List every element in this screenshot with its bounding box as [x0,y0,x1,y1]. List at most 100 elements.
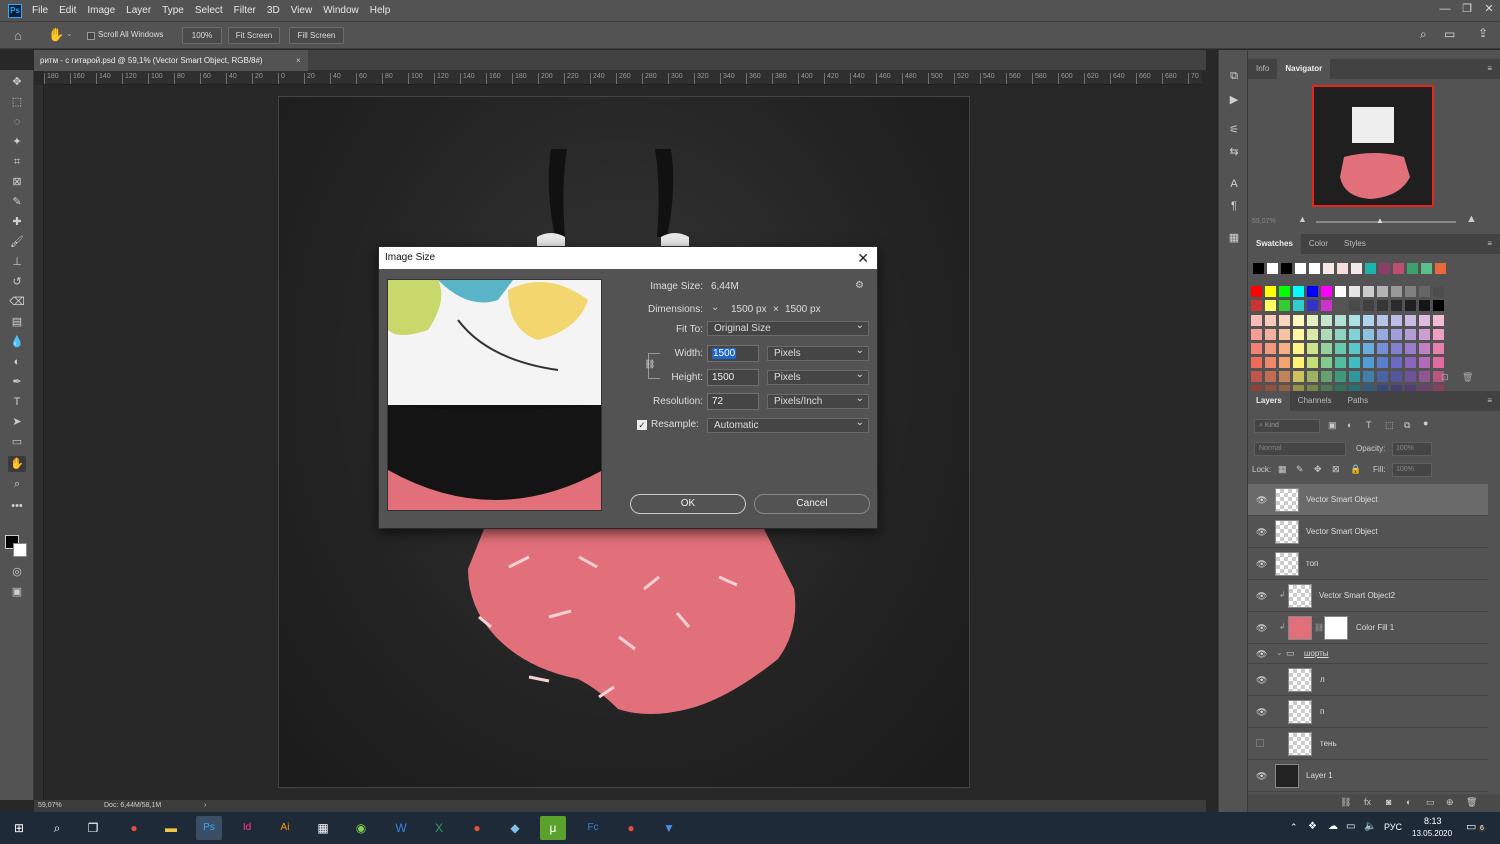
swatch[interactable] [1419,371,1430,382]
tab-color[interactable]: Color [1301,234,1336,254]
swatch[interactable] [1323,263,1334,274]
swatch[interactable] [1349,329,1360,340]
eye-hidden-icon[interactable] [1256,739,1264,747]
language-indicator[interactable]: РУС [1384,822,1402,832]
swatch[interactable] [1321,300,1332,311]
path-select-icon[interactable]: ➤ [8,414,26,430]
swatch[interactable] [1307,300,1318,311]
tab-swatches[interactable]: Swatches [1248,234,1301,254]
layers-menu-icon[interactable]: ≡ [1479,391,1500,411]
swatch[interactable] [1251,357,1262,368]
illustrator-icon[interactable]: Ai [272,816,298,840]
type-tool-icon[interactable]: T [8,394,26,410]
swatch[interactable] [1279,357,1290,368]
lock-transparent-icon[interactable]: ▦ [1278,464,1287,475]
eye-icon[interactable]: 👁 [1256,559,1267,569]
fill-input[interactable]: 100% [1392,463,1432,477]
layer-row[interactable]: 👁 топ [1248,548,1488,580]
swatch[interactable] [1281,263,1292,274]
swatch[interactable] [1433,357,1444,368]
swatch[interactable] [1307,315,1318,326]
zoom-slider-track[interactable] [1316,221,1456,223]
filter-pixel-icon[interactable]: ▣ [1328,420,1337,431]
swatch[interactable] [1265,315,1276,326]
resample-checkbox[interactable]: ✓ [637,420,647,430]
calculator-icon[interactable]: ▦ [310,816,336,840]
lock-pixels-icon[interactable]: ✎ [1296,464,1304,475]
word-icon[interactable]: W [388,816,414,840]
swatch[interactable] [1321,286,1332,297]
swatch[interactable] [1293,357,1304,368]
swatch[interactable] [1251,329,1262,340]
delete-layer-icon[interactable]: 🗑 [1466,797,1477,808]
swatch[interactable] [1335,357,1346,368]
lock-position-icon[interactable]: ✥ [1314,464,1322,475]
more-tools-icon[interactable]: ••• [8,498,26,514]
swatch[interactable] [1251,315,1262,326]
close-tab-icon[interactable]: × [296,50,301,71]
swatch[interactable] [1321,371,1332,382]
dodge-tool-icon[interactable]: ◐ [8,354,26,370]
menu-select[interactable]: Select [195,5,223,16]
layer-row[interactable]: 👁 Layer 1 [1248,760,1488,792]
indesign-icon[interactable]: Id [234,816,260,840]
stamp-tool-icon[interactable]: ⊥ [8,254,26,270]
swatch[interactable] [1421,263,1432,274]
constrain-link-icon[interactable]: ⛓ [644,359,655,370]
eye-icon[interactable]: 👁 [1256,707,1267,717]
eye-icon[interactable]: 👁 [1256,623,1267,633]
image-preview[interactable] [387,279,602,511]
paragraph-panel-icon[interactable]: ¶ [1225,198,1243,214]
swatch[interactable] [1377,343,1388,354]
swatch[interactable] [1363,286,1374,297]
swatch[interactable] [1405,286,1416,297]
swatch[interactable] [1265,286,1276,297]
swatch[interactable] [1321,329,1332,340]
swatch[interactable] [1433,343,1444,354]
layer-row[interactable]: 👁 Vector Smart Object [1248,516,1488,548]
menu-image[interactable]: Image [87,5,115,16]
lock-all-icon[interactable]: 🔒 [1350,464,1361,475]
swatches-menu-icon[interactable]: ≡ [1479,234,1500,254]
eye-icon[interactable]: 👁 [1256,649,1267,659]
hand-tool-icon[interactable]: ✋ [48,27,64,43]
swatch[interactable] [1363,300,1374,311]
swatch[interactable] [1279,286,1290,297]
swatch[interactable] [1335,371,1346,382]
task-view-icon[interactable]: ❐ [80,816,106,840]
swatch[interactable] [1391,286,1402,297]
fit-screen-button[interactable]: Fit Screen [228,27,280,44]
navigator-zoom[interactable]: 59,07% [1252,218,1276,225]
swatch[interactable] [1293,300,1304,311]
swatch[interactable] [1251,286,1262,297]
background-color-swatch[interactable] [13,543,27,557]
swatch[interactable] [1419,300,1430,311]
swatch[interactable] [1265,329,1276,340]
swatch[interactable] [1349,343,1360,354]
swatch[interactable] [1265,371,1276,382]
history-brush-icon[interactable]: ↺ [8,274,26,290]
navigator-thumbnail[interactable] [1312,85,1434,207]
lasso-tool-icon[interactable]: ◌ [8,114,26,130]
swatch[interactable] [1419,286,1430,297]
swatch[interactable] [1391,343,1402,354]
panel-menu-icon[interactable]: ≡ [1479,59,1500,79]
eyedropper-icon[interactable]: ✎ [8,194,26,210]
brush-tool-icon[interactable]: 🖌 [8,234,26,250]
swatch[interactable] [1405,329,1416,340]
swatch[interactable] [1405,315,1416,326]
adjustment-layer-icon[interactable]: ◐ [1406,797,1411,807]
powerpoint-icon[interactable]: ● [464,816,490,840]
start-icon[interactable]: ⊞ [6,816,32,840]
actions-play-icon[interactable]: ▶ [1225,92,1243,108]
layer-row[interactable]: 👁 ↲ ⛓ Color Fill 1 [1248,612,1488,644]
swatch[interactable] [1349,286,1360,297]
fontcreator-icon[interactable]: Fc [580,816,606,840]
width-input[interactable]: 1500 [707,345,759,362]
swatch[interactable] [1349,315,1360,326]
pen-tool-icon[interactable]: ✒ [8,374,26,390]
kind-filter-select[interactable]: ⌕ Kind [1254,419,1320,433]
swatch[interactable] [1307,357,1318,368]
swatch[interactable] [1407,263,1418,274]
status-arrow-icon[interactable]: › [204,800,206,812]
